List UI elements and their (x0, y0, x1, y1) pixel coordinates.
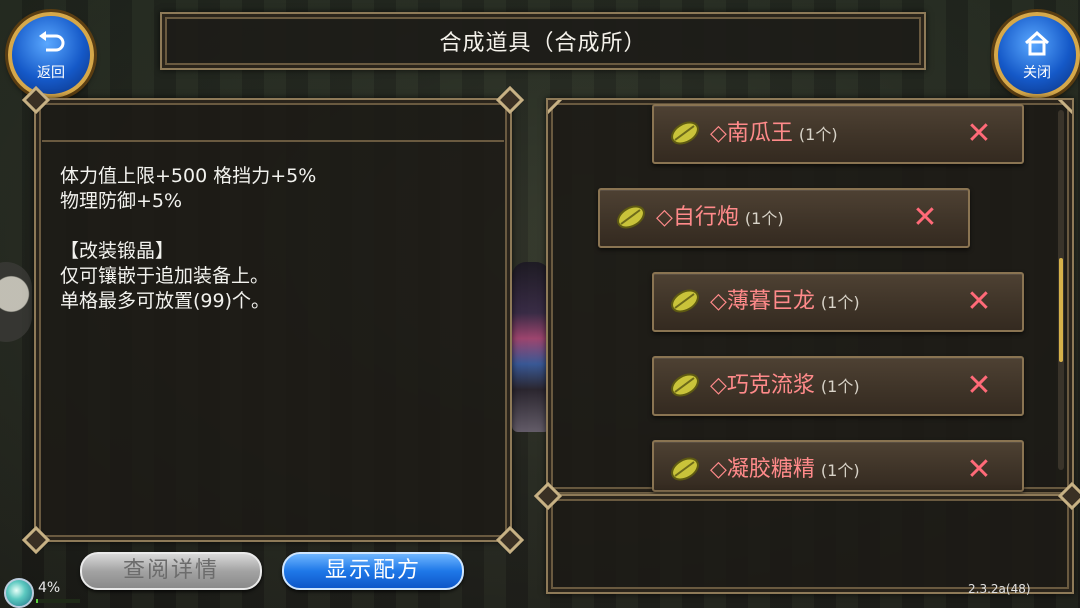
back-arrow-icon (12, 30, 90, 62)
materials-scrollbar-thumb[interactable] (1059, 258, 1063, 362)
view-details-button[interactable]: 查阅详情 (80, 552, 262, 590)
download-progress-fill (36, 599, 38, 603)
result-panel (533, 481, 1080, 594)
title-bar: 合成道具（合成所） (160, 12, 926, 70)
material-label: ◇薄暮巨龙 (1个) (710, 274, 860, 330)
close-button[interactable]: 关闭 (994, 12, 1080, 98)
close-x-icon[interactable]: ✕ (964, 119, 994, 149)
material-label: ◇南瓜王 (1个) (710, 106, 838, 162)
leaf-icon (668, 118, 702, 148)
home-icon (998, 30, 1076, 62)
leaf-icon (668, 370, 702, 400)
material-quantity: (1个) (798, 125, 838, 144)
material-item[interactable]: ◇巧克流浆 (1个) ✕ (652, 356, 1024, 416)
material-item[interactable]: ◇自行炮 (1个) ✕ (598, 188, 970, 248)
material-quantity: (1个) (744, 209, 784, 228)
show-recipe-button[interactable]: 显示配方 (282, 552, 464, 590)
material-name: ◇巧克流浆 (710, 373, 815, 398)
leaf-icon (668, 286, 702, 316)
leaf-icon (614, 202, 648, 232)
version-label: 2.3.2a(48) (968, 582, 1031, 596)
material-name: ◇凝胶糖精 (710, 457, 815, 482)
close-label: 关闭 (1023, 65, 1051, 81)
item-description: 体力值上限+500 格挡力+5% 物理防御+5% 【改装锻晶】 仅可镶嵌于追加装… (60, 165, 317, 312)
close-x-icon[interactable]: ✕ (964, 287, 994, 317)
material-item[interactable]: ◇薄暮巨龙 (1个) ✕ (652, 272, 1024, 332)
material-item[interactable]: ◇凝胶糖精 (1个) ✕ (652, 440, 1024, 492)
download-progress-bar (36, 599, 80, 603)
material-item[interactable]: ◇南瓜王 (1个) ✕ (652, 104, 1024, 164)
material-label: ◇巧克流浆 (1个) (710, 358, 860, 414)
material-label: ◇凝胶糖精 (1个) (710, 442, 860, 490)
material-name: ◇自行炮 (656, 205, 739, 230)
close-x-icon[interactable]: ✕ (910, 203, 940, 233)
material-label: ◇自行炮 (1个) (656, 190, 784, 246)
material-name: ◇南瓜王 (710, 121, 793, 146)
material-quantity: (1个) (820, 293, 860, 312)
close-x-icon[interactable]: ✕ (964, 371, 994, 401)
material-name: ◇薄暮巨龙 (710, 289, 815, 314)
page-title: 合成道具（合成所） (439, 31, 647, 56)
description-header (42, 106, 504, 142)
close-x-icon[interactable]: ✕ (964, 455, 994, 485)
description-panel: 体力值上限+500 格挡力+5% 物理防御+5% 【改装锻晶】 仅可镶嵌于追加装… (21, 85, 525, 555)
material-quantity: (1个) (820, 461, 860, 480)
back-button[interactable]: 返回 (8, 12, 94, 98)
network-status-icon (4, 578, 34, 608)
leaf-icon (668, 454, 702, 484)
background-character (512, 262, 550, 432)
back-label: 返回 (37, 65, 65, 81)
background-pet (0, 262, 32, 342)
download-percent: 4% (38, 580, 61, 596)
material-quantity: (1个) (820, 377, 860, 396)
